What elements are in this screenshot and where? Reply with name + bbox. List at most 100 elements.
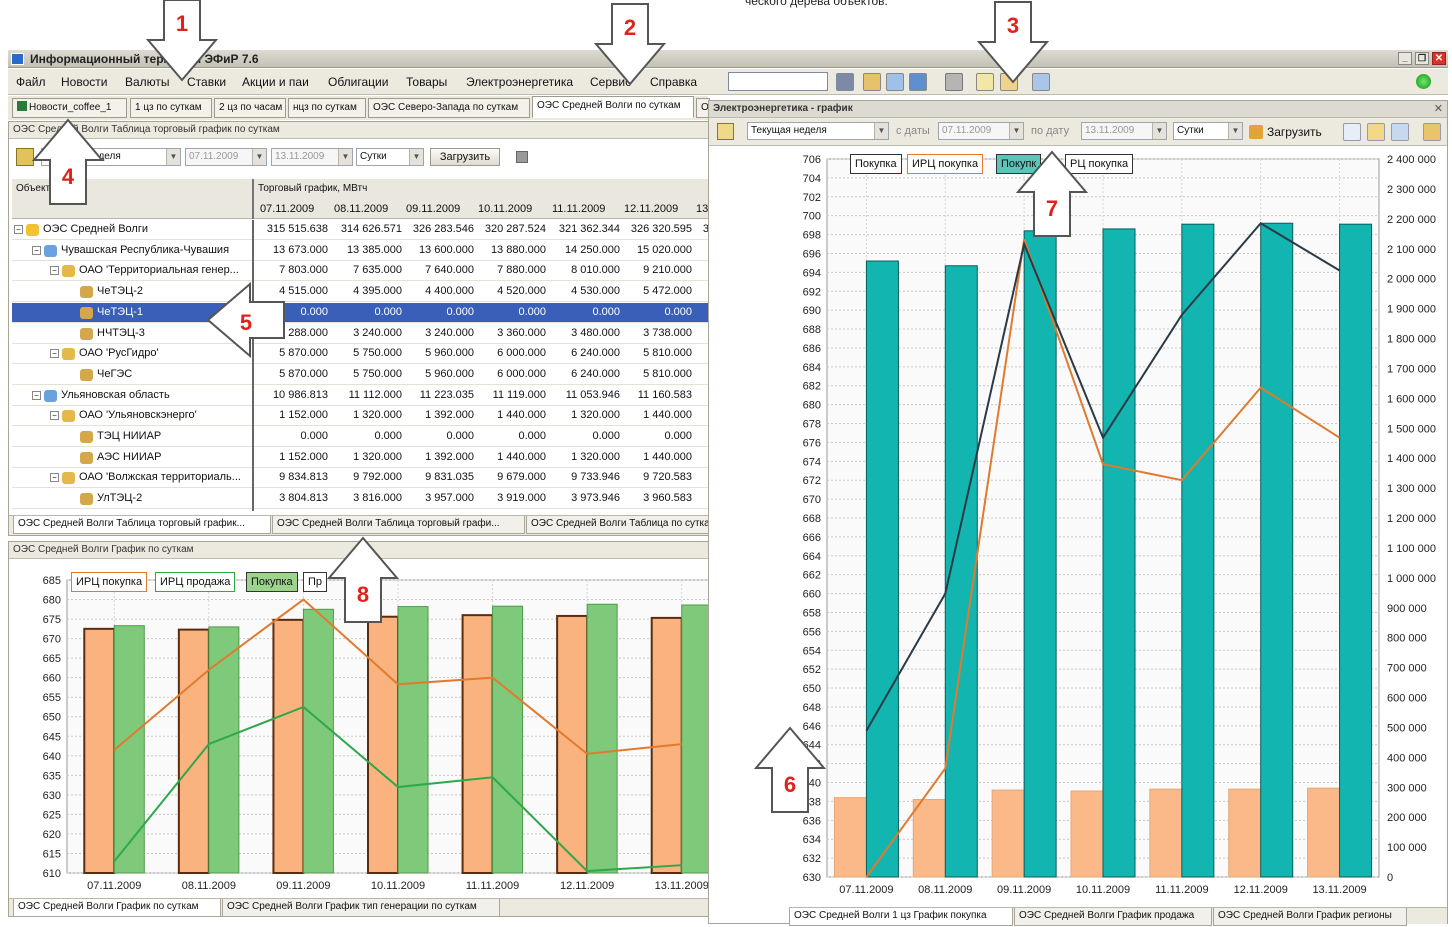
tab-oes-nw[interactable]: ОЭС Северо-Запада по суткам — [368, 98, 530, 118]
table-row[interactable]: − ОАО 'Территориальная генер... 7 803.000 7… — [12, 261, 764, 282]
date-col-header[interactable]: 07.11.2009 — [260, 203, 314, 215]
axis-icon[interactable] — [1391, 123, 1409, 141]
legend-sell[interactable]: Пр — [303, 572, 328, 592]
menu-currencies[interactable]: Валюты — [125, 75, 170, 89]
table-row[interactable]: − ОАО 'РусГидро' 5 870.000 5 750.000 5 960.0… — [12, 344, 764, 365]
menu-bonds[interactable]: Облигации — [328, 75, 388, 89]
collapse-icon[interactable]: − — [50, 411, 59, 421]
menu-service[interactable]: Сервис — [590, 75, 631, 89]
date-col-header[interactable]: 12.11.2009 — [624, 203, 678, 215]
period-select[interactable]: Текущая неделя ▼ — [41, 148, 181, 166]
collapse-icon[interactable]: − — [32, 390, 41, 400]
y-tick-label: 650 — [803, 683, 821, 695]
stop-icon[interactable] — [516, 151, 528, 163]
y-tick-label: 684 — [803, 362, 821, 374]
table-row[interactable]: ТЭЦ НИИАР0.0000.0000.0000.0000.0000.0000… — [12, 427, 764, 447]
date-to-input[interactable]: 13.11.2009 ▼ — [271, 148, 353, 166]
right-load-button[interactable]: Загрузить — [1267, 125, 1322, 139]
close-icon[interactable]: ✕ — [1434, 102, 1443, 115]
menu-stocks[interactable]: Акции и паи — [242, 75, 309, 89]
table-row[interactable]: НЧТЭЦ-3 3 288.000 3 240.000 3 240.000 3 360.… — [12, 324, 764, 344]
y-tick-label: 650 — [43, 712, 61, 724]
row-value: 13 880.000 — [490, 243, 546, 256]
chart-doc-icon[interactable] — [1000, 73, 1018, 91]
legend-buy[interactable]: Покупка — [246, 572, 298, 592]
row-value: 3 804.813 — [279, 492, 328, 505]
table-row[interactable]: АЭС НИИАР 1 152.000 1 320.000 1 392.000 1 44… — [12, 448, 764, 468]
table-row[interactable]: − ОАО 'Волжская территориаль... 9 834.813 9… — [12, 468, 764, 489]
row-value: 1 152.000 — [279, 409, 328, 422]
tab-news-coffee[interactable]: Новости_coffee_1 — [12, 98, 127, 118]
new-doc-icon[interactable] — [976, 73, 994, 91]
table-row[interactable]: − Ульяновская область 10 986.813 11 112.000… — [12, 386, 764, 406]
sort-icon[interactable] — [1423, 123, 1441, 141]
y2-tick-label: 2 000 000 — [1387, 274, 1436, 286]
legend-irc-buy[interactable]: ИРЦ покупка — [71, 572, 148, 592]
legend-irc-buy-r[interactable]: ИРЦ покупка — [907, 154, 984, 174]
date-from-input[interactable]: 07.11.2009 ▼ — [185, 148, 267, 166]
table-row[interactable]: − ОЭС Средней Волги 315 515.638 314 626.571… — [12, 220, 764, 240]
menu-help[interactable]: Справка — [650, 75, 697, 89]
close-icon[interactable]: ✕ — [1432, 52, 1446, 65]
btab-chart-gen[interactable]: ОЭС Средней Волги График тип генерации п… — [222, 899, 500, 917]
menu-file[interactable]: Файл — [16, 75, 46, 89]
btab-right-buy[interactable]: ОЭС Средней Волги 1 цз График покупка — [789, 908, 1013, 926]
collapse-icon[interactable]: − — [50, 349, 59, 359]
collapse-icon[interactable]: − — [32, 245, 41, 255]
bar-chart-icon[interactable] — [1367, 123, 1385, 141]
binoculars-icon[interactable] — [836, 73, 854, 91]
collapse-icon[interactable]: − — [50, 473, 59, 483]
cascade-icon[interactable] — [886, 73, 904, 91]
table-row[interactable]: УлТЭЦ-2 3 804.813 3 816.000 3 957.000 3 919.… — [12, 489, 764, 510]
right-step-select[interactable]: Сутки ▼ — [1173, 122, 1243, 140]
tab-ncz-day[interactable]: нцз по суткам — [288, 98, 366, 118]
minimize-icon[interactable]: _ — [1398, 52, 1412, 65]
right-date-from[interactable]: 07.11.2009 ▼ — [938, 122, 1024, 140]
btab-chart-day[interactable]: ОЭС Средней Волги График по суткам — [13, 899, 221, 917]
btab-table-1[interactable]: ОЭС Средней Волги Таблица торговый графи… — [13, 516, 271, 534]
date-col-header[interactable]: 09.11.2009 — [406, 203, 460, 215]
collapse-icon[interactable]: − — [14, 225, 23, 234]
btab-right-sell[interactable]: ОЭС Средней Волги График продажа — [1014, 908, 1212, 926]
load-button[interactable]: Загрузить — [430, 148, 500, 166]
btab-right-regions[interactable]: ОЭС Средней Волги График регионы — [1213, 908, 1407, 926]
table-row[interactable]: ЧеТЭЦ-2 4 515.000 4 395.000 4 400.000 4 520.… — [12, 282, 764, 303]
y-tick-label: 686 — [803, 343, 821, 355]
date-col-header[interactable]: 11.11.2009 — [552, 203, 605, 215]
window-icon[interactable] — [863, 73, 881, 91]
right-date-to[interactable]: 13.11.2009 ▼ — [1081, 122, 1167, 140]
restore-icon[interactable]: ❐ — [1415, 52, 1429, 65]
chart-settings-icon[interactable] — [717, 123, 734, 140]
table-row[interactable]: − ОАО 'Ульяновскэнерго' 1 152.000 1 320.000… — [12, 406, 764, 427]
table-row[interactable]: ЧеТЭЦ-10.0000.0000.0000.0000.0000.0000.0… — [12, 302, 764, 323]
tab-1cz-day[interactable]: 1 цз по суткам — [130, 98, 212, 118]
export-icon[interactable] — [1032, 73, 1050, 91]
col-objects[interactable]: Объекты — [16, 183, 57, 194]
tile-icon[interactable] — [909, 73, 927, 91]
btab-table-2[interactable]: ОЭС Средней Волги Таблица торговый графи… — [272, 516, 525, 534]
toolbar-search-input[interactable] — [728, 72, 828, 91]
legend-irc-sell[interactable]: ИРЦ продажа — [155, 572, 236, 592]
menu-news[interactable]: Новости — [61, 75, 107, 89]
date-col-header[interactable]: 10.11.2009 — [478, 203, 532, 215]
table-row[interactable]: ЧеГЭС 5 870.000 5 750.000 5 960.000 6 000.00… — [12, 365, 764, 385]
table-row[interactable]: − Чувашская Республика-Чувашия 13 673.000 1… — [12, 241, 764, 261]
print-icon[interactable] — [945, 73, 963, 91]
menu-goods[interactable]: Товары — [406, 75, 447, 89]
legend-buy-r[interactable]: Покупка — [850, 154, 902, 174]
row-value: 6 000.000 — [497, 367, 546, 380]
tree-toggle-icon[interactable] — [16, 148, 34, 166]
line-chart-icon[interactable] — [1343, 123, 1361, 141]
tab-oes-volga[interactable]: ОЭС Средней Волги по суткам — [532, 96, 694, 118]
menu-power[interactable]: Электроэнергетика — [466, 75, 573, 89]
menu-rates[interactable]: Ставки — [187, 75, 226, 89]
legend-buy-fill-r[interactable]: Покупк — [996, 154, 1042, 174]
step-select[interactable]: Сутки ▼ — [356, 148, 424, 166]
row-value: 3 738.000 — [643, 326, 692, 339]
tab-2cz-hour[interactable]: 2 цз по часам — [214, 98, 286, 118]
right-period-select[interactable]: Текущая неделя ▼ — [747, 122, 889, 140]
legend-rc-buy-r[interactable]: РЦ покупка — [1065, 154, 1134, 174]
collapse-icon[interactable]: − — [50, 266, 59, 276]
row-value: 326 320.595 — [630, 223, 692, 235]
date-col-header[interactable]: 08.11.2009 — [334, 203, 388, 215]
